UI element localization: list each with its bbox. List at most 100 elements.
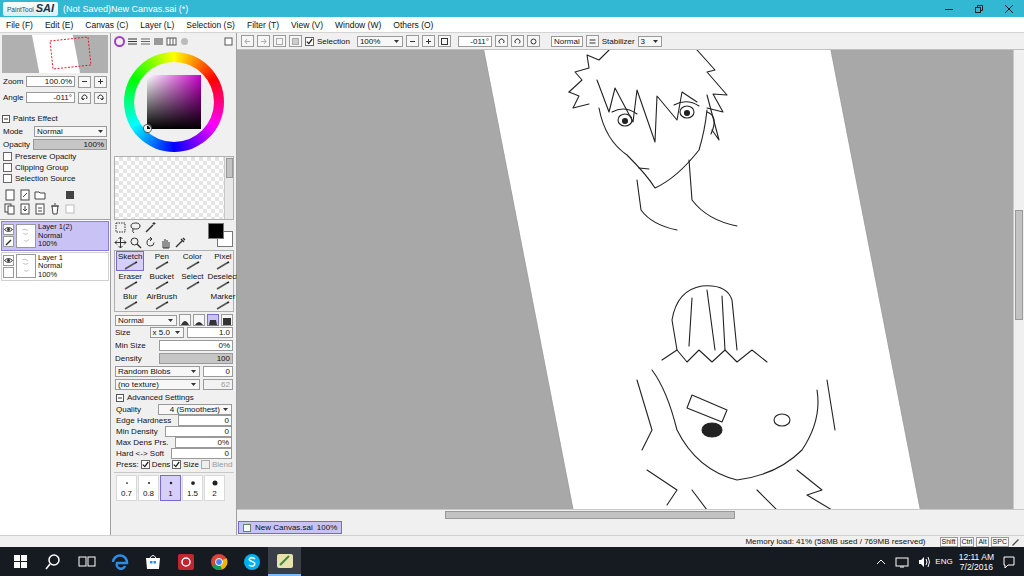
invert-button[interactable]	[289, 35, 302, 47]
brush-size-preset[interactable]: 1.5	[182, 475, 203, 501]
rotate-icon[interactable]	[144, 236, 157, 249]
move-icon[interactable]	[114, 236, 127, 249]
menu-item[interactable]: Others (O)	[387, 20, 439, 30]
brush-shape-field[interactable]: 0	[203, 366, 233, 377]
paints-effect-header[interactable]: Paints Effect	[0, 112, 110, 125]
primary-color[interactable]	[208, 223, 224, 239]
marquee-icon[interactable]	[114, 221, 127, 234]
magic-wand-icon[interactable]	[144, 221, 157, 234]
min-size-slider[interactable]: 0%	[159, 340, 233, 351]
scroll-thumb[interactable]	[226, 158, 233, 178]
start-button-icon[interactable]	[4, 547, 37, 576]
swatch-scrollbar[interactable]	[224, 157, 233, 219]
press-checkbox[interactable]	[172, 460, 181, 469]
edge-browser-icon[interactable]	[103, 547, 136, 576]
brush-tool[interactable]: Select	[179, 271, 205, 291]
stabilizer-dropdown[interactable]: 3	[638, 36, 662, 47]
rotate-right-button[interactable]	[511, 35, 524, 47]
canvas-blend-field[interactable]: Normal	[551, 36, 583, 47]
brush-mode-dropdown[interactable]: Normal	[115, 315, 177, 326]
new-layer-icon[interactable]	[4, 189, 16, 201]
option-checkbox[interactable]	[3, 174, 12, 183]
option-checkbox[interactable]	[3, 163, 12, 172]
merge-down-icon[interactable]	[34, 203, 46, 215]
zoom-out-button[interactable]	[406, 35, 419, 47]
painttool-sai-icon[interactable]	[268, 547, 301, 576]
layer-item[interactable]: Layer 1Normal100%	[1, 252, 109, 282]
eyedropper-icon[interactable]	[174, 236, 187, 249]
paper[interactable]	[478, 50, 930, 509]
file-tab[interactable]: New Canvas.sai100%	[238, 521, 342, 534]
advanced-row-field[interactable]: 0%	[175, 437, 232, 448]
search-icon[interactable]	[37, 547, 70, 576]
brush-size-preset[interactable]: 0.8	[138, 475, 159, 501]
blank-icon[interactable]	[49, 189, 61, 201]
size-field[interactable]: 1.0	[187, 327, 233, 338]
drawing-canvas[interactable]	[237, 50, 1013, 509]
layer-settings-icon[interactable]	[64, 189, 76, 201]
opacity-slider[interactable]: 100%	[33, 139, 107, 150]
texture-dropdown[interactable]: (no texture)	[115, 379, 200, 390]
red-app-icon[interactable]	[169, 547, 202, 576]
brush-tool[interactable]: Blur	[116, 291, 144, 311]
lasso-icon[interactable]	[129, 221, 142, 234]
saturation-value-square[interactable]	[147, 75, 201, 129]
skype-icon[interactable]	[235, 547, 268, 576]
brush-tool[interactable]: Pen	[144, 251, 179, 271]
brush-tool[interactable]: Eraser	[116, 271, 144, 291]
modifier-key[interactable]: SPC	[991, 537, 1009, 547]
gradation-tab-icon[interactable]	[153, 36, 164, 47]
rgb-sliders-tab-icon[interactable]	[127, 36, 138, 47]
input-language[interactable]: ENG	[935, 557, 952, 566]
quality-dropdown[interactable]: 4 (Smoothest)	[158, 404, 232, 415]
brush-tool[interactable]: Bucket	[144, 271, 179, 291]
hand-icon[interactable]	[159, 236, 172, 249]
volume-icon[interactable]	[917, 556, 931, 568]
hsv-sliders-tab-icon[interactable]	[140, 36, 151, 47]
brush-shape-button[interactable]	[207, 314, 219, 326]
brush-tool[interactable]: Sketch	[116, 251, 144, 271]
canvas-horizontal-scrollbar[interactable]	[237, 509, 1024, 520]
press-option-label[interactable]: Size	[183, 460, 199, 469]
new-linework-icon[interactable]	[19, 189, 31, 201]
zoom-out-button[interactable]	[78, 76, 91, 88]
zoom-reset-button[interactable]	[438, 35, 451, 47]
restore-button[interactable]	[964, 0, 994, 17]
press-option-label[interactable]: Dens	[152, 460, 171, 469]
visibility-toggle[interactable]	[3, 224, 14, 235]
brush-shape-dropdown[interactable]: Random Blobs	[115, 366, 200, 377]
canvas-angle-field[interactable]: -011°	[458, 36, 492, 47]
brush-shape-button[interactable]	[221, 314, 233, 326]
copy-layer-icon[interactable]	[4, 203, 16, 215]
brush-size-preset[interactable]: 2	[204, 475, 225, 501]
collapse-icon[interactable]	[116, 394, 124, 402]
menu-item[interactable]: File (F)	[0, 20, 39, 30]
panel-menu-icon[interactable]	[223, 36, 234, 47]
layer-lock-toggle[interactable]	[3, 236, 14, 247]
advanced-settings-header[interactable]: Advanced Settings	[114, 391, 234, 404]
menu-item[interactable]: View (V)	[285, 20, 329, 30]
color-wheel[interactable]	[124, 52, 224, 152]
zoom-in-button[interactable]	[94, 76, 107, 88]
layer-item[interactable]: Layer 1(2)Normal100%	[1, 221, 109, 251]
undo-button[interactable]	[241, 35, 254, 47]
rotate-left-button[interactable]	[78, 92, 91, 104]
brush-tool[interactable]: Pixel	[205, 251, 240, 271]
brush-tool[interactable]: Deselect	[205, 271, 240, 291]
clear-layer-icon[interactable]	[64, 203, 76, 215]
navigator-preview[interactable]	[2, 35, 108, 73]
scratchpad-tab-icon[interactable]	[179, 36, 190, 47]
redo-button[interactable]	[257, 35, 270, 47]
option-row[interactable]: Preserve Opacity	[0, 151, 110, 162]
brush-size-preset[interactable]: 0.7	[116, 475, 137, 501]
angle-field[interactable]: -011°	[26, 92, 75, 103]
rotate-reset-button[interactable]	[527, 35, 540, 47]
menu-item[interactable]: Layer (L)	[134, 20, 180, 30]
color-picker-marker[interactable]	[144, 125, 151, 132]
advanced-row-field[interactable]: 0	[165, 426, 232, 437]
task-view-icon[interactable]	[70, 547, 103, 576]
menu-item[interactable]: Filter (T)	[241, 20, 285, 30]
brush-tool[interactable]: AirBrush	[144, 291, 179, 311]
deselect-button[interactable]	[273, 35, 286, 47]
collapse-icon[interactable]	[2, 115, 10, 123]
